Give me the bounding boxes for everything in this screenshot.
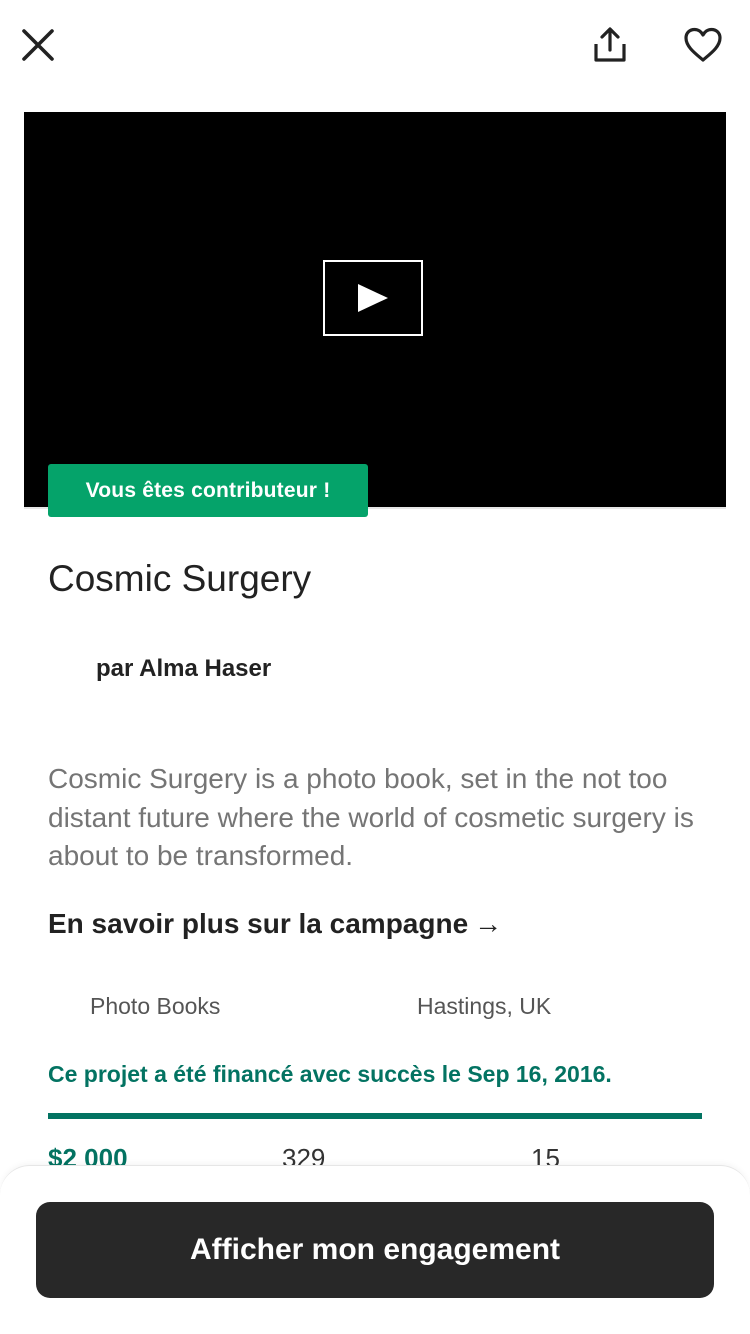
project-title: Cosmic Surgery — [48, 558, 312, 599]
play-icon — [358, 284, 388, 312]
creator-name[interactable]: par Alma Haser — [96, 655, 271, 683]
share-icon — [594, 27, 626, 62]
close-icon — [22, 29, 54, 61]
learn-more-label: En savoir plus sur la campagne — [48, 908, 469, 939]
funding-progress-fill — [48, 1113, 702, 1119]
view-pledge-button[interactable]: Afficher mon engagement — [36, 1202, 714, 1298]
share-button[interactable] — [582, 17, 638, 73]
close-button[interactable] — [10, 17, 66, 73]
favorite-button[interactable] — [675, 17, 731, 73]
video-player[interactable] — [24, 112, 726, 507]
play-button[interactable] — [323, 260, 423, 336]
category-label[interactable]: Photo Books — [90, 993, 220, 1020]
funded-message: Ce projet a été financé avec succès le S… — [48, 1061, 612, 1087]
heart-icon — [684, 27, 722, 62]
arrow-right-icon: → — [474, 908, 503, 939]
backer-badge: Vous êtes contributeur ! — [48, 464, 368, 517]
top-bar — [0, 0, 750, 92]
project-page: Vous êtes contributeur ! Cosmic Surgery … — [0, 0, 750, 1334]
learn-more-link[interactable]: En savoir plus sur la campagne → — [48, 908, 502, 940]
location-label[interactable]: Hastings, UK — [417, 993, 551, 1020]
funding-progress-bar — [48, 1113, 702, 1119]
project-description: Cosmic Surgery is a photo book, set in t… — [48, 763, 694, 871]
